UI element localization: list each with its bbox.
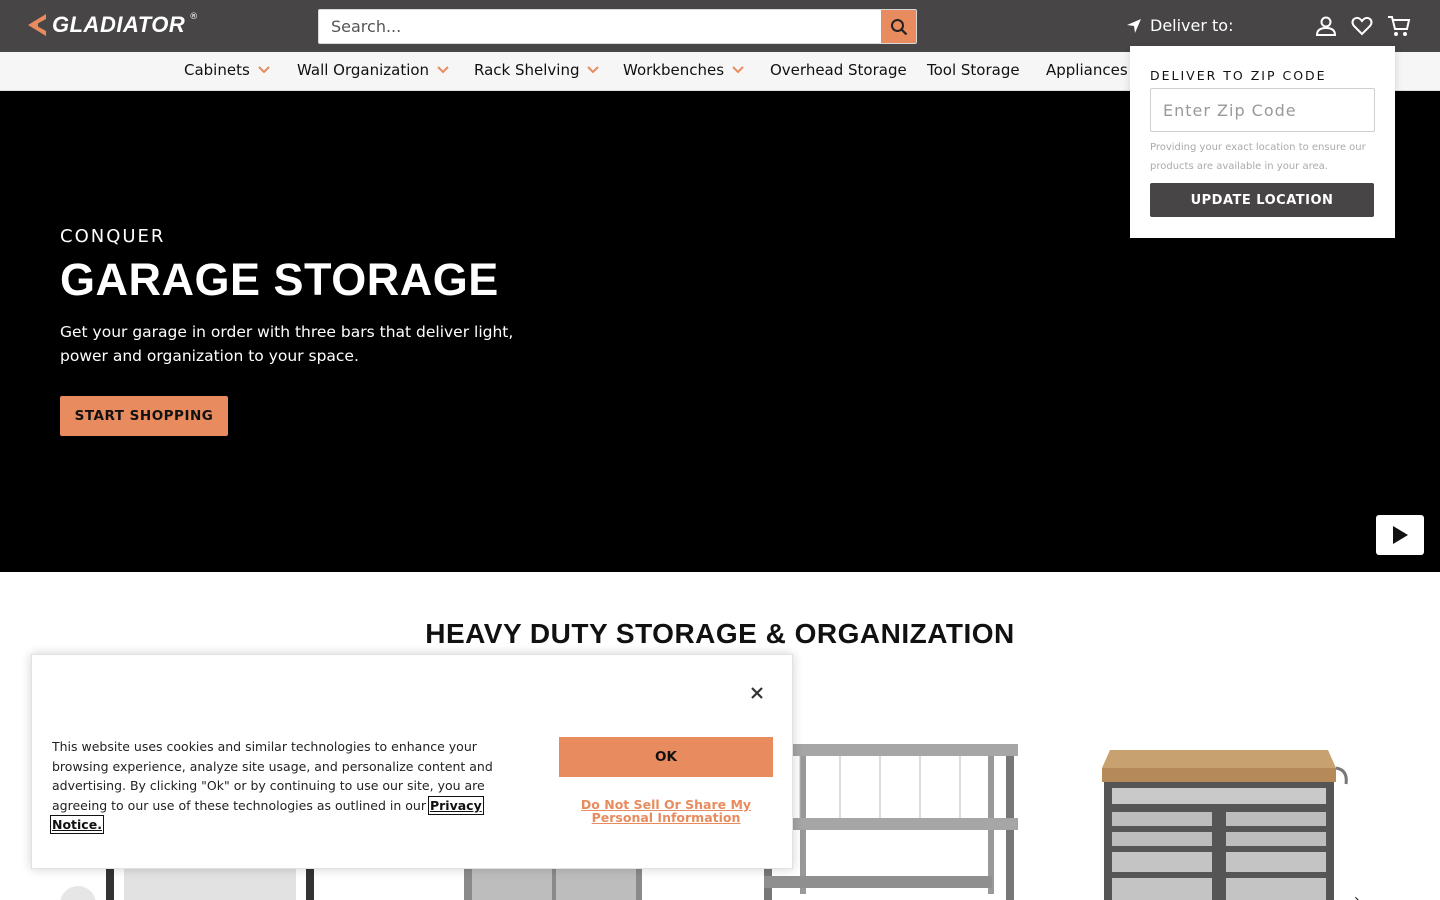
brand-logo[interactable]: GLADIATOR ® xyxy=(24,12,198,38)
nav-item-workbenches[interactable]: Workbenches xyxy=(623,61,744,79)
hero-title: GARAGE STORAGE xyxy=(60,254,499,305)
product-image-rack-shelving[interactable] xyxy=(760,740,1020,900)
do-not-sell-link[interactable]: Do Not Sell Or Share My Personal Informa… xyxy=(559,798,773,824)
account-icon[interactable] xyxy=(1314,14,1338,38)
nav-item-wall-organization[interactable]: Wall Organization xyxy=(297,61,449,79)
search-input[interactable] xyxy=(319,10,881,43)
nav-label: Appliances xyxy=(1046,61,1128,79)
chevron-down-icon xyxy=(258,66,270,74)
zip-popover-title: DELIVER TO ZIP CODE xyxy=(1150,68,1327,83)
chevron-down-icon xyxy=(732,66,744,74)
cookie-text: This website uses cookies and similar te… xyxy=(52,739,493,813)
search-button[interactable] xyxy=(881,10,916,43)
location-arrow-icon xyxy=(1127,18,1141,33)
search-bar xyxy=(318,9,917,44)
update-location-button[interactable]: UPDATE LOCATION xyxy=(1150,183,1374,217)
hero-kicker: CONQUER xyxy=(60,226,166,247)
registered-mark: ® xyxy=(189,12,199,22)
cookie-message: This website uses cookies and similar te… xyxy=(50,737,507,835)
nav-item-tool-storage[interactable]: Tool Storage xyxy=(927,61,1020,79)
nav-item-overhead-storage[interactable]: Overhead Storage xyxy=(770,61,907,79)
product-image-workbench[interactable] xyxy=(1096,748,1352,900)
deliver-to-button[interactable]: Deliver to: xyxy=(1126,16,1233,35)
nav-label: Tool Storage xyxy=(927,61,1020,79)
start-shopping-button[interactable]: START SHOPPING xyxy=(60,396,228,436)
nav-item-cabinets[interactable]: Cabinets xyxy=(184,61,270,79)
nav-label: Workbenches xyxy=(623,61,725,79)
nav-label: Cabinets xyxy=(184,61,250,79)
top-header: GLADIATOR ® Deliver to: xyxy=(0,0,1440,52)
carousel-prev-button[interactable] xyxy=(60,886,96,900)
chevron-down-icon xyxy=(437,66,449,74)
cookie-ok-button[interactable]: OK xyxy=(559,737,773,777)
close-button[interactable] xyxy=(747,683,767,703)
search-icon xyxy=(890,18,907,35)
carousel-next-icon[interactable]: › xyxy=(1354,892,1360,900)
wishlist-heart-icon[interactable] xyxy=(1350,14,1374,38)
brand-wordmark: GLADIATOR xyxy=(52,12,186,37)
chevron-down-icon xyxy=(587,66,600,74)
video-play-button[interactable] xyxy=(1376,515,1424,555)
cart-icon[interactable] xyxy=(1386,14,1412,38)
deliver-label: Deliver to: xyxy=(1150,16,1234,35)
close-icon xyxy=(751,687,763,699)
play-icon xyxy=(1393,526,1408,544)
cookie-consent-banner: This website uses cookies and similar te… xyxy=(31,654,793,869)
zip-code-popover: DELIVER TO ZIP CODE Providing your exact… xyxy=(1130,46,1395,238)
nav-item-rack-shelving[interactable]: Rack Shelving xyxy=(474,61,600,79)
section-title: HEAVY DUTY STORAGE & ORGANIZATION xyxy=(425,618,1015,649)
nav-label: Overhead Storage xyxy=(770,61,907,79)
zip-help-text: Providing your exact location to ensure … xyxy=(1150,142,1366,172)
zip-code-input[interactable] xyxy=(1150,88,1375,132)
nav-label: Wall Organization xyxy=(297,61,430,79)
gladiator-chevron-icon xyxy=(28,14,46,36)
nav-item-appliances[interactable]: Appliances xyxy=(1046,61,1128,79)
nav-label: Rack Shelving xyxy=(474,61,580,79)
hero-description: Get your garage in order with three bars… xyxy=(60,323,514,365)
